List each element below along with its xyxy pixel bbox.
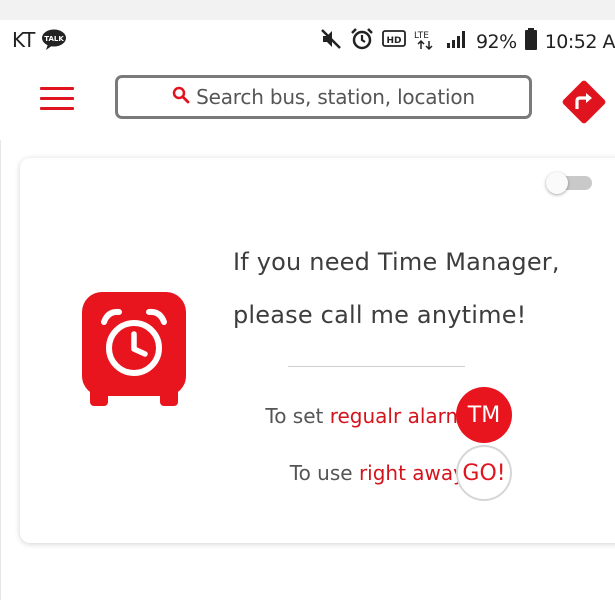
lte-icon: LTE <box>414 27 438 56</box>
app-header: Search bus, station, location <box>0 60 615 140</box>
hamburger-menu-icon-bar-1 <box>40 87 74 90</box>
talk-badge-text: TALK <box>44 35 64 43</box>
divider <box>288 366 465 367</box>
directions-icon <box>562 80 606 124</box>
hamburger-menu-icon-bar-2 <box>40 97 74 100</box>
kakaotalk-icon: TALK <box>41 29 67 51</box>
time-manager-card: If you need Time Manager, please call me… <box>20 158 615 543</box>
search-icon <box>172 86 190 108</box>
status-bar-right: HD LTE 92% 10:52 A <box>320 27 615 56</box>
hamburger-menu-icon-bar-3 <box>40 107 74 110</box>
go-row-highlight: right away <box>358 461 465 485</box>
search-input[interactable]: Search bus, station, location <box>115 75 532 119</box>
clock-time: 10:52 A <box>544 30 615 53</box>
alarm-icon <box>350 27 374 56</box>
toggle-knob <box>546 172 568 194</box>
hd-text: HD <box>386 36 401 46</box>
alarm-clock-bus-icon <box>82 292 186 410</box>
go-row-prefix: To use <box>289 461 353 485</box>
hd-icon: HD <box>382 29 406 54</box>
directions-button[interactable] <box>560 78 608 126</box>
carrier-label: KT <box>12 28 35 52</box>
alarm-row-prefix: To set <box>265 404 324 428</box>
battery-icon <box>524 28 537 55</box>
menu-button[interactable] <box>40 86 78 112</box>
status-bar-top-strip <box>0 0 615 20</box>
go-button[interactable]: GO! <box>456 445 512 501</box>
alarm-row-highlight: regualr alarm <box>329 404 465 428</box>
tm-button[interactable]: TM <box>456 387 512 443</box>
go-row-text: To use right away <box>290 461 465 485</box>
mute-icon <box>320 28 342 55</box>
message-line-2: please call me anytime! <box>233 301 527 329</box>
page-edge <box>0 140 1 600</box>
status-bar: KT TALK HD LTE 92% 10:52 A <box>0 0 615 60</box>
search-placeholder: Search bus, station, location <box>196 85 475 109</box>
time-manager-toggle[interactable] <box>546 172 594 194</box>
message-line-1: If you need Time Manager, <box>233 248 560 276</box>
signal-icon <box>446 29 468 54</box>
alarm-row-text: To set regualr alarm <box>265 404 465 428</box>
battery-percent: 92% <box>475 30 517 53</box>
status-bar-left: KT TALK <box>12 28 67 52</box>
lte-text: LTE <box>414 31 429 41</box>
